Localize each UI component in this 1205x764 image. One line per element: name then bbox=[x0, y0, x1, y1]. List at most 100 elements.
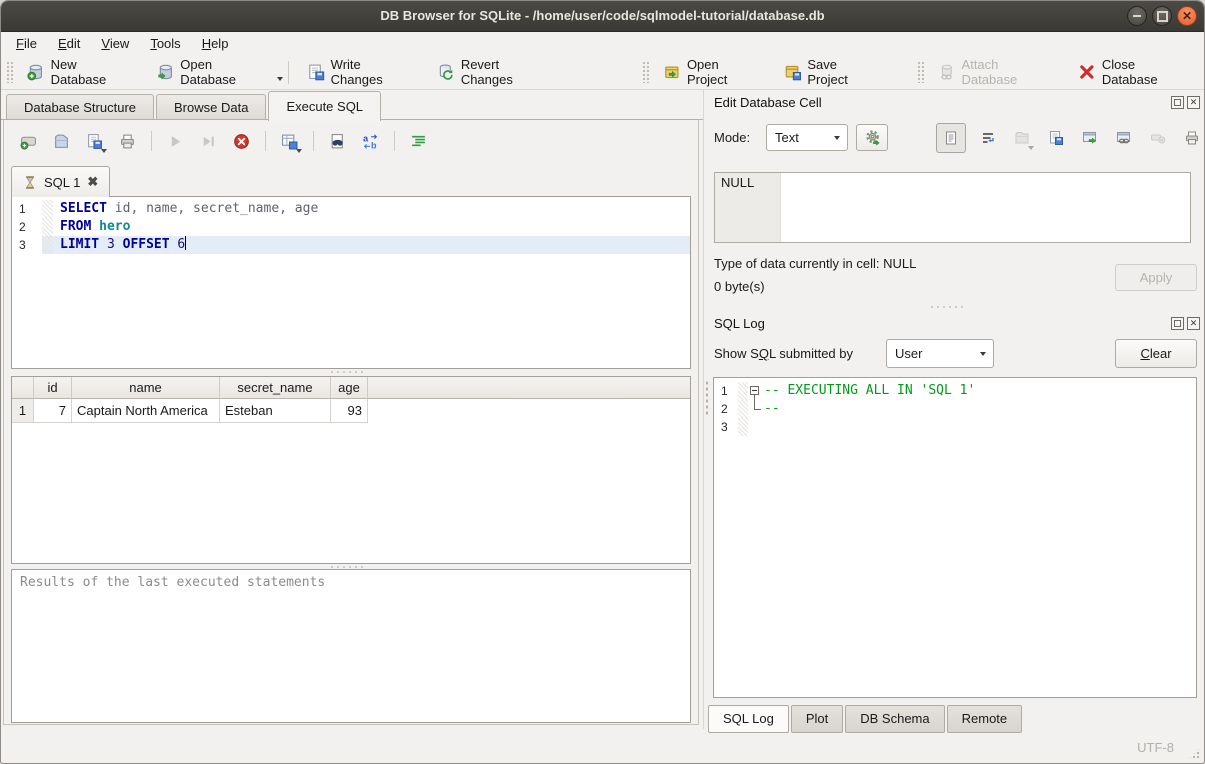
menu-file[interactable]: File bbox=[13, 35, 40, 52]
print-icon bbox=[119, 133, 136, 150]
save-sql-file-button[interactable] bbox=[82, 129, 107, 154]
column-header[interactable]: age bbox=[331, 377, 368, 399]
maximize-button[interactable] bbox=[1152, 6, 1172, 26]
window-title: DB Browser for SQLite - /home/user/code/… bbox=[1, 1, 1204, 31]
tab-remote[interactable]: Remote bbox=[947, 705, 1023, 733]
link-cell-icon bbox=[1116, 130, 1132, 146]
save-cell-as-button[interactable] bbox=[1043, 126, 1068, 151]
column-header[interactable]: id bbox=[34, 377, 72, 399]
column-header[interactable]: name bbox=[72, 377, 220, 399]
import-cell-button bbox=[1009, 126, 1034, 151]
dock-area: Edit Database Cell ✕ Mode: Text bbox=[703, 90, 1205, 729]
save-results-dropdown[interactable] bbox=[296, 149, 302, 153]
app-window: DB Browser for SQLite - /home/user/code/… bbox=[0, 0, 1205, 764]
menu-view[interactable]: View bbox=[98, 35, 132, 52]
splitter-handle[interactable] bbox=[329, 370, 367, 374]
fold-marker-icon[interactable] bbox=[750, 386, 759, 395]
table-cell[interactable]: Esteban Rogelios bbox=[220, 399, 331, 423]
revert-changes-button[interactable]: Revert Changes bbox=[426, 58, 564, 86]
sql-editor-tab[interactable]: SQL 1 ✖ bbox=[11, 166, 110, 197]
float-panel-icon[interactable] bbox=[1171, 317, 1184, 330]
clear-log-button[interactable]: Clear bbox=[1115, 339, 1197, 368]
find-button[interactable] bbox=[325, 129, 350, 154]
execute-all-button bbox=[163, 129, 188, 154]
open-external-button[interactable] bbox=[1077, 126, 1102, 151]
execute-all-icon bbox=[167, 133, 184, 150]
table-cell[interactable]: 7 bbox=[34, 399, 72, 423]
tab-execute-sql[interactable]: Execute SQL bbox=[268, 91, 381, 121]
log-filter-label: Show SQL submitted by bbox=[714, 339, 853, 368]
tab-database-structure[interactable]: Database Structure bbox=[6, 94, 154, 120]
table-cell[interactable]: Captain North America bbox=[72, 399, 220, 423]
open-project-button[interactable]: Open Project bbox=[652, 58, 772, 86]
svg-text:b: b bbox=[371, 140, 377, 150]
execute-line-icon bbox=[200, 133, 217, 150]
apply-button: Apply bbox=[1115, 264, 1197, 291]
tab-browse-data[interactable]: Browse Data bbox=[156, 94, 266, 120]
sql-editor[interactable]: 1SELECT id, name, secret_name, age2FROM … bbox=[11, 196, 691, 369]
log-filter-select[interactable]: User bbox=[886, 339, 994, 368]
open-database-dropdown[interactable] bbox=[277, 77, 283, 81]
main-tab-widget: Database Structure Browse Data Execute S… bbox=[1, 90, 703, 729]
dock-splitter-handle[interactable] bbox=[929, 305, 967, 309]
save-project-button[interactable]: Save Project bbox=[773, 58, 891, 86]
save-sql-dropdown[interactable] bbox=[101, 149, 107, 153]
resize-grip[interactable] bbox=[1188, 747, 1201, 760]
float-panel-icon[interactable] bbox=[1171, 96, 1184, 109]
sql-log-view[interactable]: 1-- EXECUTING ALL IN 'SQL 1'2--3 bbox=[713, 377, 1197, 698]
toolbar-grip[interactable] bbox=[642, 61, 649, 83]
open-database-button[interactable]: Open Database bbox=[146, 58, 281, 86]
column-header[interactable]: secret_name bbox=[220, 377, 331, 399]
open-database-icon bbox=[157, 63, 175, 81]
save-cell-as-icon bbox=[1048, 130, 1064, 146]
maximize-icon bbox=[1157, 11, 1168, 22]
write-changes-button[interactable]: Write Changes bbox=[296, 58, 426, 86]
minimize-button[interactable] bbox=[1127, 6, 1147, 26]
hourglass-icon bbox=[23, 175, 37, 190]
close-tab-icon[interactable]: ✖ bbox=[87, 174, 98, 190]
cell-value-content[interactable] bbox=[781, 173, 1190, 242]
toolbar-grip[interactable] bbox=[6, 61, 13, 83]
cell-type-info: Type of data currently in cell: NULL bbox=[714, 256, 916, 271]
new-database-button[interactable]: New Database bbox=[16, 58, 146, 86]
link-cell-button[interactable] bbox=[1111, 126, 1136, 151]
text-view-button[interactable] bbox=[936, 123, 966, 153]
attach-database-icon bbox=[938, 63, 956, 81]
menu-help[interactable]: Help bbox=[199, 35, 232, 52]
open-external-icon bbox=[1082, 130, 1098, 146]
new-sql-tab-button[interactable] bbox=[16, 129, 41, 154]
table-cell[interactable]: 93 bbox=[331, 399, 368, 423]
auto-switch-mode-button[interactable] bbox=[856, 124, 888, 151]
close-panel-icon[interactable]: ✕ bbox=[1187, 317, 1200, 330]
close-window-button[interactable]: ✕ bbox=[1177, 6, 1197, 26]
stop-button[interactable] bbox=[229, 129, 254, 154]
find-replace-button[interactable]: a b bbox=[358, 129, 383, 154]
mode-select[interactable]: Text bbox=[766, 124, 848, 151]
toolbar-grip[interactable] bbox=[917, 61, 924, 83]
row-header[interactable]: 1 bbox=[12, 399, 34, 423]
chevron-down-icon bbox=[980, 352, 986, 356]
save-results-button[interactable] bbox=[277, 129, 302, 154]
execute-line-button bbox=[196, 129, 221, 154]
word-wrap-button[interactable] bbox=[975, 126, 1000, 151]
encoding-status: UTF-8 bbox=[1137, 740, 1174, 755]
print-sql-button[interactable] bbox=[115, 129, 140, 154]
cell-editor-toolbar bbox=[936, 124, 1204, 152]
print-cell-button[interactable] bbox=[1179, 126, 1204, 151]
table-row: 17Captain North AmericaEsteban Rogelios9… bbox=[12, 399, 690, 423]
results-table-header: idnamesecret_nameage bbox=[12, 377, 690, 399]
close-database-button[interactable]: Close Database bbox=[1067, 58, 1204, 86]
format-sql-button[interactable] bbox=[406, 129, 431, 154]
menu-edit[interactable]: Edit bbox=[55, 35, 83, 52]
cell-value-editor[interactable]: NULL bbox=[714, 172, 1191, 243]
tab-db-schema[interactable]: DB Schema bbox=[845, 705, 944, 733]
menu-tools[interactable]: Tools bbox=[147, 35, 183, 52]
open-sql-file-button[interactable] bbox=[49, 129, 74, 154]
format-sql-icon bbox=[410, 133, 427, 150]
svg-text:a: a bbox=[363, 133, 369, 143]
corner-header[interactable] bbox=[12, 377, 34, 399]
pane-splitter-handle[interactable] bbox=[705, 380, 709, 416]
tab-plot[interactable]: Plot bbox=[791, 705, 843, 733]
tab-sql-log[interactable]: SQL Log bbox=[708, 705, 789, 733]
close-panel-icon[interactable]: ✕ bbox=[1187, 96, 1200, 109]
